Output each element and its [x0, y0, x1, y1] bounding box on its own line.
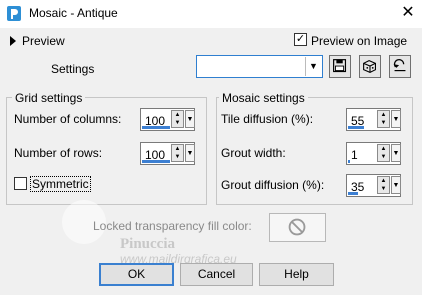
window-title: Mosaic - Antique — [29, 6, 118, 20]
grout-diffusion-spinbox[interactable]: 35 ▲ ▼ ▼ — [346, 174, 401, 197]
grout-width-dropdown-icon[interactable]: ▼ — [391, 144, 401, 162]
grout-width-stepper[interactable]: ▲ ▼ — [377, 144, 390, 162]
reset-button[interactable] — [389, 55, 411, 78]
columns-stepper[interactable]: ▲ ▼ — [171, 110, 184, 128]
columns-label: Number of columns: — [14, 112, 122, 126]
rows-slider-bar[interactable] — [142, 160, 170, 163]
grout-width-value: 1 — [351, 148, 358, 162]
symmetric-checkbox[interactable] — [14, 177, 27, 190]
chevron-down-icon[interactable]: ▼ — [305, 57, 321, 76]
expand-arrow-icon[interactable] — [8, 35, 18, 47]
grid-settings-title: Grid settings — [12, 91, 86, 105]
rows-label: Number of rows: — [14, 146, 103, 160]
preview-toggle-label[interactable]: Preview — [22, 34, 65, 48]
tile-diffusion-label: Tile diffusion (%): — [221, 112, 314, 126]
preview-on-image-label[interactable]: Preview on Image — [311, 34, 407, 48]
tile-diffusion-stepper[interactable]: ▲ ▼ — [377, 110, 390, 128]
tile-diffusion-dropdown-icon[interactable]: ▼ — [391, 110, 401, 128]
ok-button[interactable]: OK — [99, 263, 174, 286]
rows-spinbox[interactable]: 100 ▲ ▼ ▼ — [140, 142, 195, 165]
locked-transparency-color-swatch — [269, 213, 326, 242]
columns-spinbox[interactable]: 100 ▲ ▼ ▼ — [140, 108, 195, 131]
grout-width-label: Grout width: — [221, 146, 286, 160]
grout-diffusion-label: Grout diffusion (%): — [221, 178, 325, 192]
symmetric-label[interactable]: Symmetric — [30, 176, 91, 192]
rows-dropdown-icon[interactable]: ▼ — [185, 144, 195, 162]
columns-dropdown-icon[interactable]: ▼ — [185, 110, 195, 128]
grout-width-spinbox[interactable]: 1 ▲ ▼ ▼ — [346, 142, 401, 165]
reset-icon — [393, 59, 406, 72]
locked-transparency-label: Locked transparency fill color: — [93, 219, 252, 233]
preview-on-image-checkbox[interactable]: ✓ — [294, 33, 307, 46]
mosaic-settings-title: Mosaic settings — [219, 91, 308, 105]
randomize-icon — [363, 59, 376, 74]
no-color-icon — [288, 218, 306, 236]
close-icon[interactable]: ✕ — [397, 2, 419, 24]
save-icon — [333, 59, 347, 73]
rows-stepper[interactable]: ▲ ▼ — [171, 144, 184, 162]
cancel-button[interactable]: Cancel — [180, 263, 253, 286]
grout-diffusion-stepper[interactable]: ▲ ▼ — [377, 176, 390, 194]
watermark-name: Pinuccia — [120, 236, 175, 252]
paintshop-app-icon — [7, 6, 21, 21]
help-button[interactable]: Help — [259, 263, 334, 286]
tile-diffusion-spinbox[interactable]: 55 ▲ ▼ ▼ — [346, 108, 401, 131]
save-preset-button[interactable] — [329, 55, 351, 78]
tile-diffusion-slider-bar[interactable] — [348, 126, 364, 129]
grout-width-slider-bar[interactable] — [348, 160, 350, 163]
grout-diffusion-dropdown-icon[interactable]: ▼ — [391, 176, 401, 194]
randomize-button[interactable] — [359, 55, 381, 78]
settings-label: Settings — [51, 62, 95, 76]
settings-preset-dropdown[interactable]: ▼ — [196, 55, 323, 78]
columns-slider-bar[interactable] — [142, 126, 170, 129]
grout-diffusion-slider-bar[interactable] — [348, 192, 358, 195]
